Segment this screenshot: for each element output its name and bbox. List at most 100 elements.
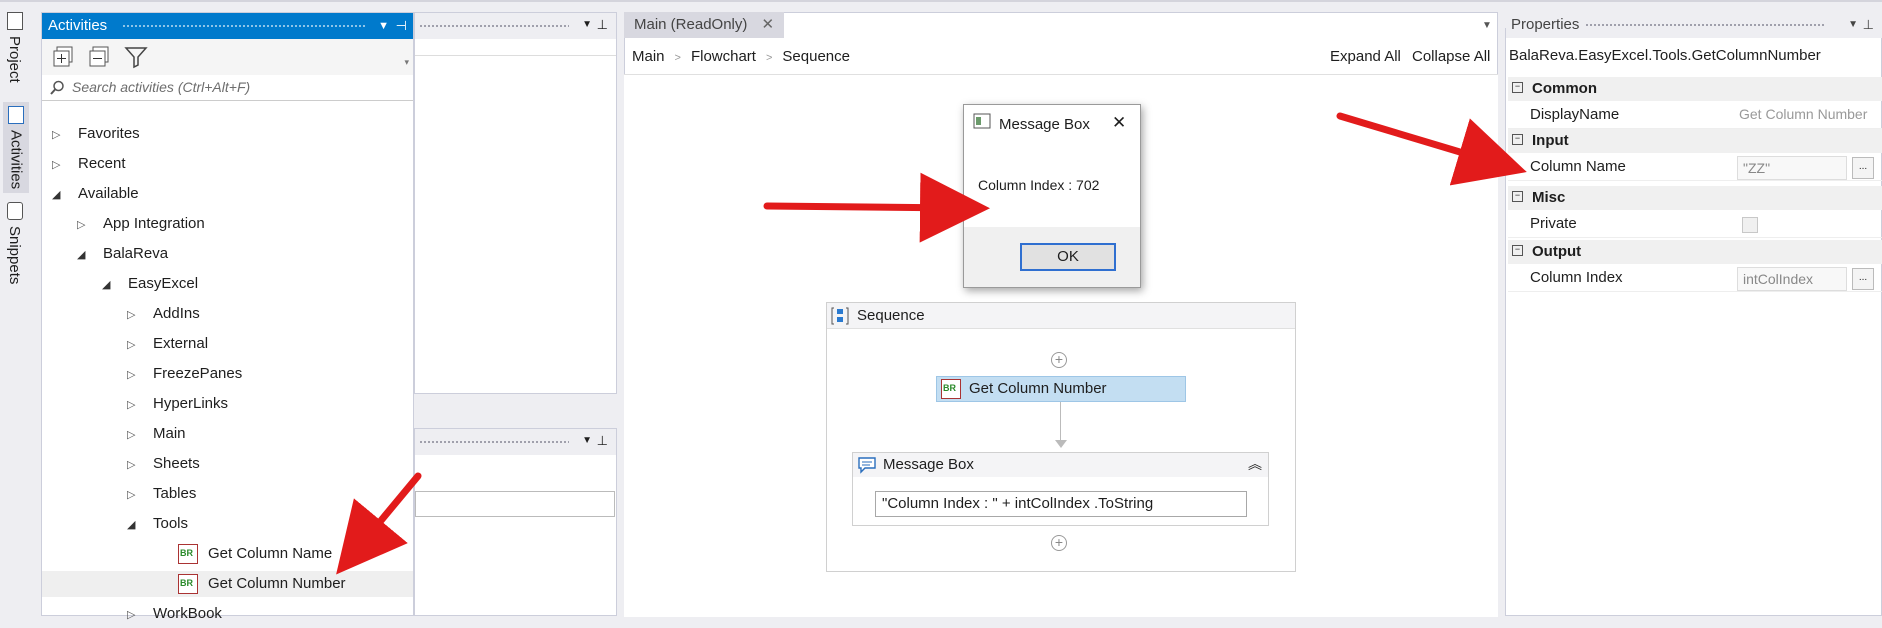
category-input[interactable]: − Input: [1508, 129, 1882, 153]
collapse-all-link[interactable]: Collapse All: [1412, 48, 1490, 65]
panel-menu-icon[interactable]: ▼: [1848, 12, 1858, 38]
column-name-input[interactable]: "ZZ": [1737, 156, 1847, 180]
tree-item[interactable]: ▷ AddIns: [42, 301, 413, 327]
tree-item[interactable]: ▷ HyperLinks: [42, 391, 413, 417]
message-box-activity-title: Message Box: [883, 456, 974, 473]
balareva-activity-icon: BR: [178, 574, 198, 595]
tree-item[interactable]: ▷ Sheets: [42, 451, 413, 477]
pin-icon[interactable]: ⊣: [396, 13, 407, 39]
message-expression-input[interactable]: "Column Index : " + intColIndex .ToStrin…: [875, 491, 1247, 517]
close-icon[interactable]: ✕: [762, 16, 775, 33]
caret-right-icon[interactable]: ▷: [52, 152, 64, 178]
filter-icon[interactable]: [124, 45, 148, 69]
column-index-input[interactable]: intColIndex: [1737, 267, 1847, 291]
message-icon: [858, 457, 876, 474]
caret-down-icon[interactable]: ◢: [127, 512, 139, 538]
category-common[interactable]: − Common: [1508, 77, 1882, 101]
pin-icon[interactable]: ⊥: [597, 433, 608, 449]
caret-right-icon[interactable]: ▷: [127, 302, 139, 328]
tree-item[interactable]: ◢ BalaReva: [42, 241, 413, 267]
caret-right-icon[interactable]: ▷: [127, 452, 139, 478]
add-activity-icon[interactable]: +: [1051, 535, 1067, 551]
tree-item-label: External: [153, 335, 209, 352]
search-icon: [50, 80, 64, 95]
collapse-icon[interactable]: −: [1512, 133, 1523, 145]
tree-item[interactable]: ▷ Tables: [42, 481, 413, 507]
activities-panel-title: Activities: [48, 17, 108, 34]
caret-right-icon[interactable]: ▷: [52, 122, 64, 148]
tree-item[interactable]: BR Get Column Name: [42, 541, 413, 567]
expand-all-link[interactable]: Expand All: [1330, 48, 1401, 65]
get-column-number-activity[interactable]: BR Get Column Number: [936, 376, 1186, 402]
expand-all-icon[interactable]: [52, 45, 76, 69]
side-pane-top: ▼ ⊥: [414, 12, 617, 394]
sequence-icon: [831, 307, 849, 325]
tree-item[interactable]: BR Get Column Number: [42, 571, 413, 597]
tree-item[interactable]: ◢ Available: [42, 181, 413, 207]
collapse-icon[interactable]: −: [1512, 81, 1523, 93]
panel-menu-icon[interactable]: ▼: [582, 435, 592, 446]
collapse-icon[interactable]: ︽: [1248, 454, 1262, 474]
breadcrumb: Main > Flowchart > Sequence: [632, 48, 850, 65]
sidebar-tab-label: Project: [6, 36, 23, 83]
tree-item[interactable]: ▷ FreezePanes: [42, 361, 413, 387]
private-checkbox[interactable]: [1742, 217, 1758, 233]
ok-button[interactable]: OK: [1020, 243, 1116, 271]
tree-item[interactable]: ◢ Tools: [42, 511, 413, 537]
side-pane-input[interactable]: [415, 491, 615, 517]
caret-down-icon[interactable]: ◢: [77, 242, 89, 268]
breadcrumb-item[interactable]: Main: [632, 48, 665, 65]
caret-right-icon[interactable]: ▷: [77, 212, 89, 238]
column-index-ellipsis-button[interactable]: ...: [1852, 268, 1874, 290]
breadcrumb-item[interactable]: Sequence: [782, 48, 850, 65]
left-tool-strip: Project Activities Snippets: [0, 6, 36, 616]
tree-item[interactable]: ▷ App Integration: [42, 211, 413, 237]
pin-icon[interactable]: ⊥: [597, 17, 608, 33]
sidebar-tab-project[interactable]: Project: [6, 12, 23, 83]
tree-item[interactable]: ▷ External: [42, 331, 413, 357]
toolbar-overflow-icon[interactable]: ▾: [404, 57, 409, 68]
tree-item[interactable]: ▷ Favorites: [42, 121, 413, 147]
document-tab[interactable]: Main (ReadOnly) ✕: [624, 12, 785, 38]
add-activity-icon[interactable]: +: [1051, 352, 1067, 368]
tree-item[interactable]: ▷ WorkBook: [42, 601, 413, 627]
caret-right-icon[interactable]: ▷: [127, 362, 139, 388]
caret-right-icon[interactable]: ▷: [127, 332, 139, 358]
category-output[interactable]: − Output: [1508, 240, 1882, 264]
collapse-icon[interactable]: −: [1512, 190, 1523, 202]
sequence-container[interactable]: Sequence: [826, 302, 1296, 572]
sidebar-tab-snippets[interactable]: Snippets: [6, 202, 23, 284]
message-box-activity[interactable]: Message Box ︽ "Column Index : " + intCol…: [852, 452, 1269, 526]
category-misc[interactable]: − Misc: [1508, 186, 1882, 210]
sequence-title: Sequence: [857, 307, 925, 324]
panel-menu-icon[interactable]: ▼: [378, 13, 389, 39]
tree-item-label: AddIns: [153, 305, 200, 322]
sidebar-tab-activities[interactable]: Activities: [3, 102, 29, 194]
balareva-activity-icon: BR: [941, 379, 961, 400]
caret-right-icon[interactable]: ▷: [127, 422, 139, 448]
breadcrumb-item[interactable]: Flowchart: [691, 48, 756, 65]
tree-item[interactable]: ▷ Recent: [42, 151, 413, 177]
balareva-activity-icon: BR: [178, 544, 198, 565]
caret-right-icon[interactable]: ▷: [127, 392, 139, 418]
caret-down-icon[interactable]: ◢: [52, 182, 64, 208]
tree-item[interactable]: ▷ Main: [42, 421, 413, 447]
collapse-icon[interactable]: −: [1512, 244, 1523, 256]
activities-search[interactable]: Search activities (Ctrl+Alt+F): [42, 75, 413, 101]
close-icon[interactable]: ✕: [1112, 113, 1126, 133]
tree-item[interactable]: ◢ EasyExcel: [42, 271, 413, 297]
caret-down-icon[interactable]: ◢: [102, 272, 114, 298]
pin-icon[interactable]: ⊥: [1863, 12, 1874, 38]
header-grip: [1585, 23, 1825, 28]
column-name-ellipsis-button[interactable]: ...: [1852, 157, 1874, 179]
connector-arrow: [1055, 440, 1067, 448]
displayname-value[interactable]: Get Column Number: [1739, 106, 1879, 122]
property-row-private: Private: [1508, 210, 1882, 238]
collapse-all-icon[interactable]: [88, 45, 112, 69]
activity-label: Get Column Number: [969, 380, 1107, 397]
search-input[interactable]: Search activities (Ctrl+Alt+F): [72, 79, 250, 95]
caret-right-icon[interactable]: ▷: [127, 482, 139, 508]
panel-menu-icon[interactable]: ▼: [582, 19, 592, 30]
document-menu-icon[interactable]: ▼: [1482, 20, 1492, 31]
caret-right-icon[interactable]: ▷: [127, 602, 139, 628]
